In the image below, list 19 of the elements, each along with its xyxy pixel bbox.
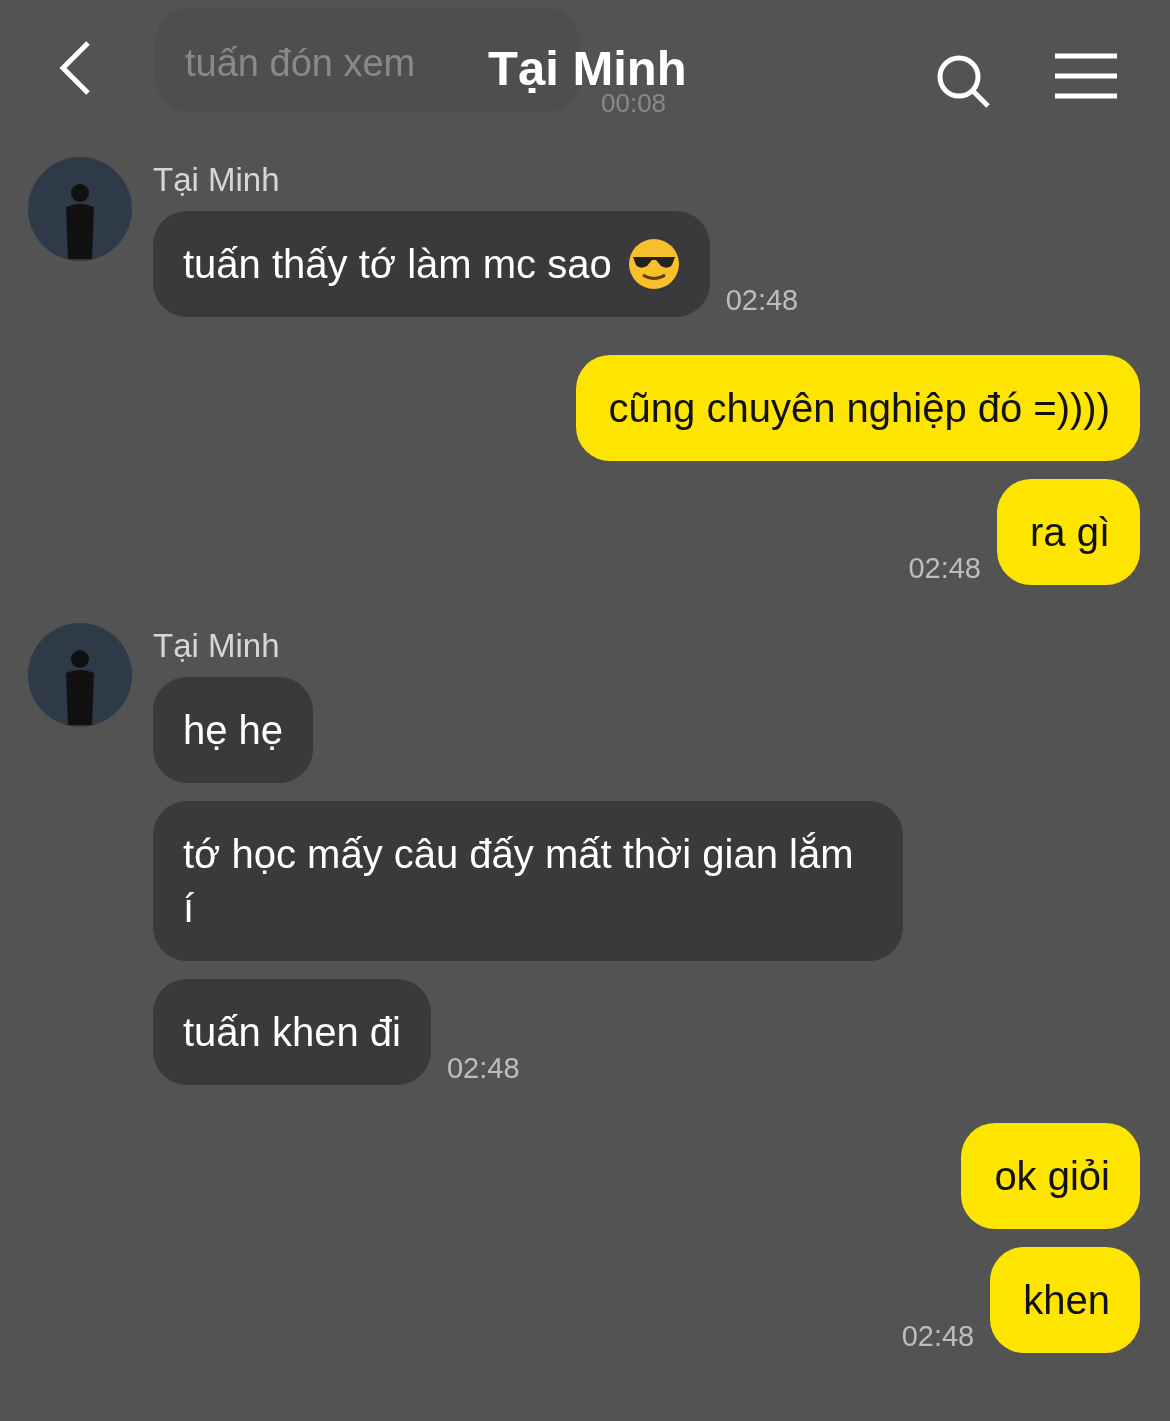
message-bubble: hẹ hẹ [153, 677, 314, 783]
sender-name: Tại Minh [153, 627, 280, 665]
message-bubble: tuấn thấy tớ làm mc sao [153, 211, 710, 317]
message-time: 02:48 [908, 552, 981, 585]
message-bubble: khen [990, 1247, 1140, 1353]
menu-icon[interactable] [1055, 53, 1117, 99]
message-time: 02:48 [446, 1052, 520, 1085]
message-bubble: ra gì [996, 479, 1140, 585]
search-icon[interactable] [935, 53, 991, 109]
sunglasses-smiley-icon [627, 238, 680, 290]
chat-title: Tại Minh [488, 40, 687, 95]
message-time: 02:48 [725, 284, 799, 317]
message-bubble: tuấn khen đi [153, 979, 431, 1085]
message-bubble: tớ học mấy câu đấy mất thời gian lắm í [153, 801, 903, 961]
faded-message-text: tuấn đón xem [185, 42, 416, 85]
message-bubble: cũng chuyên nghiệp đó =)))) [575, 355, 1140, 461]
message-time: 02:48 [901, 1320, 975, 1353]
sender-name: Tại Minh [153, 161, 280, 199]
message-bubble: ok giỏi [961, 1123, 1140, 1229]
